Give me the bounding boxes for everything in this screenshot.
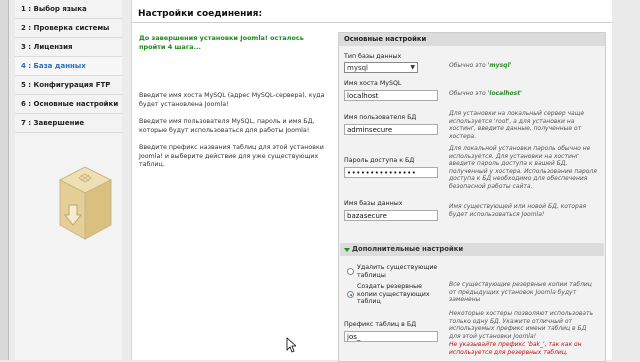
advanced-settings-toggle[interactable]: Дополнительные настройки <box>340 243 604 256</box>
steps-remaining-note: До завершения установки Joomla! осталось… <box>139 34 329 52</box>
db-name-note: Имя существующей или новой БД, которая б… <box>449 203 586 218</box>
page-title: Настройки соединения: <box>138 9 263 19</box>
steps-sidebar: 1 : Выбор языка 2 : Проверка системы 3 :… <box>15 0 122 360</box>
db-password-note-line2: используется. Для установки на хостинг <box>449 152 579 160</box>
backup-tables-radio[interactable] <box>347 291 354 298</box>
db-user-label: Имя пользователя БД <box>344 114 417 121</box>
db-password-input[interactable]: ••••••••••••••• <box>344 167 438 178</box>
host-note-prefix: Обычно это <box>449 90 486 97</box>
table-prefix-note-line4: для этой установки Joomla! <box>449 332 537 340</box>
prefix-warning-line2: используется для резервных таблиц. <box>449 348 568 356</box>
host-help-line2: будет установлена Joomla! <box>139 100 229 108</box>
backup-tables-line1: Создать резервные <box>357 283 422 290</box>
drop-tables-label[interactable]: Удалить существующие таблицы <box>357 264 437 279</box>
prefix-help-text: Введите префикс названия таблиц для этой… <box>139 144 329 170</box>
title-divider <box>132 22 612 23</box>
table-prefix-note-line2: только одну БД. Укажите отличный от <box>449 317 572 325</box>
prefix-warning-line1: Не указывайте префикс 'bak_', так как он <box>449 341 582 348</box>
table-prefix-label: Префикс таблиц в БД <box>344 321 417 328</box>
prefix-warning: Не указывайте префикс 'bak_', так как он… <box>449 341 582 356</box>
db-name-input[interactable]: bazasecure <box>344 210 438 221</box>
db-type-note: Обычно это 'mysql' <box>449 62 511 70</box>
mouse-cursor-icon <box>286 337 296 353</box>
host-input[interactable]: localhost <box>344 90 438 101</box>
db-password-note-line3: введите пароль доступа к вашей БД, <box>449 160 568 168</box>
step-license[interactable]: 3 : Лицензия <box>15 38 122 57</box>
step-finish[interactable]: 7 : Завершение <box>15 114 122 133</box>
host-help-line1: Введите имя хоста MySQL (адрес MySQL-сер… <box>139 92 325 99</box>
right-background <box>612 0 640 360</box>
expand-triangle-icon <box>344 248 350 252</box>
backup-tables-line3: таблиц <box>357 298 381 306</box>
table-prefix-note: Некоторые хостеры позволяют использовать… <box>449 310 593 340</box>
db-password-note-line4: полученный у хостера. Использование паро… <box>449 167 597 175</box>
main-content: Настройки соединения: До завершения уста… <box>131 0 613 362</box>
basic-settings-header: Основные настройки <box>339 33 605 46</box>
host-note-value: 'localhost' <box>487 90 522 97</box>
db-user-note-line3: хостинг, введите данные, полученные от <box>449 125 582 133</box>
db-user-note-line2: используется 'root', а для установки на <box>449 117 575 125</box>
table-prefix-note-line3: используемых префикс имени таблиц в БД <box>449 325 587 333</box>
settings-panel: Основные настройки Тип базы данных mysql… <box>338 32 606 362</box>
step-database[interactable]: 4 : База данных <box>15 57 122 76</box>
chevron-down-icon: ▼ <box>410 64 415 71</box>
prefix-help-line3: таблиц. <box>139 161 165 168</box>
step-language[interactable]: 1 : Выбор языка <box>15 0 122 19</box>
db-name-note-line1: Имя существующей или новой БД, которая <box>449 203 587 210</box>
db-user-input[interactable]: adminsecure <box>344 124 438 135</box>
db-type-select[interactable]: mysql ▼ <box>344 62 418 73</box>
db-user-note: Для установки на локальный сервер чаще и… <box>449 110 584 140</box>
steps-remaining-line2: пройти 4 шага... <box>139 43 202 51</box>
step-main-settings[interactable]: 6 : Основные настройки <box>15 95 122 114</box>
host-label: Имя хоста MySQL <box>344 80 402 87</box>
advanced-settings-title: Дополнительные настройки <box>352 245 464 253</box>
drop-tables-radio[interactable] <box>347 268 354 275</box>
db-type-note-value: 'mysql' <box>487 62 512 69</box>
db-name-note-line2: будет использоваться Joomla! <box>449 210 545 218</box>
prefix-help-line1: Введите префикс названия таблиц для этой… <box>139 144 324 151</box>
db-password-note-line6: безопасной работы сайта. <box>449 182 533 190</box>
joomla-box-icon <box>58 166 113 240</box>
user-help-line2: которые будут использоваться для работы … <box>139 126 310 134</box>
step-ftp[interactable]: 5 : Конфигурация FTP <box>15 76 122 95</box>
user-help-line1: Введите имя пользователя MySQL, пароль и… <box>139 118 315 125</box>
window-frame <box>0 0 9 360</box>
db-type-value: mysql <box>347 64 368 72</box>
backup-tables-label[interactable]: Создать резервные копии существующих таб… <box>357 283 430 306</box>
db-name-label: Имя базы данных <box>344 200 403 207</box>
db-type-note-prefix: Обычно это <box>449 62 486 69</box>
host-help-text: Введите имя хоста MySQL (адрес MySQL-сер… <box>139 92 329 109</box>
backup-tables-note-line2: от предыдущих установок Joomla будут <box>449 288 577 296</box>
db-password-note: Для локальной установки пароль обычно не… <box>449 145 597 191</box>
db-password-label: Пароль доступа к БД <box>344 157 415 164</box>
table-prefix-note-line1: Некоторые хостеры позволяют использовать <box>449 310 594 317</box>
backup-tables-note-line3: заменены <box>449 296 481 304</box>
host-note: Обычно это 'localhost' <box>449 90 522 98</box>
backup-tables-note-line1: Все существующие резервные копии таблиц <box>449 281 592 288</box>
db-user-note-line4: хостера. <box>449 132 477 140</box>
db-password-note-line1: Для локальной установки пароль обычно не <box>449 145 591 152</box>
prefix-help-line2: Joomla! и выберите действие для уже суще… <box>139 152 319 160</box>
step-system-check[interactable]: 2 : Проверка системы <box>15 19 122 38</box>
db-type-label: Тип базы данных <box>344 53 402 60</box>
drop-tables-line1: Удалить существующие <box>357 264 438 271</box>
table-prefix-input[interactable]: jos_ <box>344 331 438 342</box>
user-help-text: Введите имя пользователя MySQL, пароль и… <box>139 118 329 135</box>
db-user-note-line1: Для установки на локальный сервер чаще <box>449 110 585 117</box>
db-password-note-line5: доступа к БД необходимо для обеспечения <box>449 175 588 183</box>
steps-remaining-line1: До завершения установки Joomla! осталось <box>139 34 304 42</box>
backup-tables-note: Все существующие резервные копии таблиц … <box>449 281 592 304</box>
drop-tables-line2: таблицы <box>357 271 386 279</box>
